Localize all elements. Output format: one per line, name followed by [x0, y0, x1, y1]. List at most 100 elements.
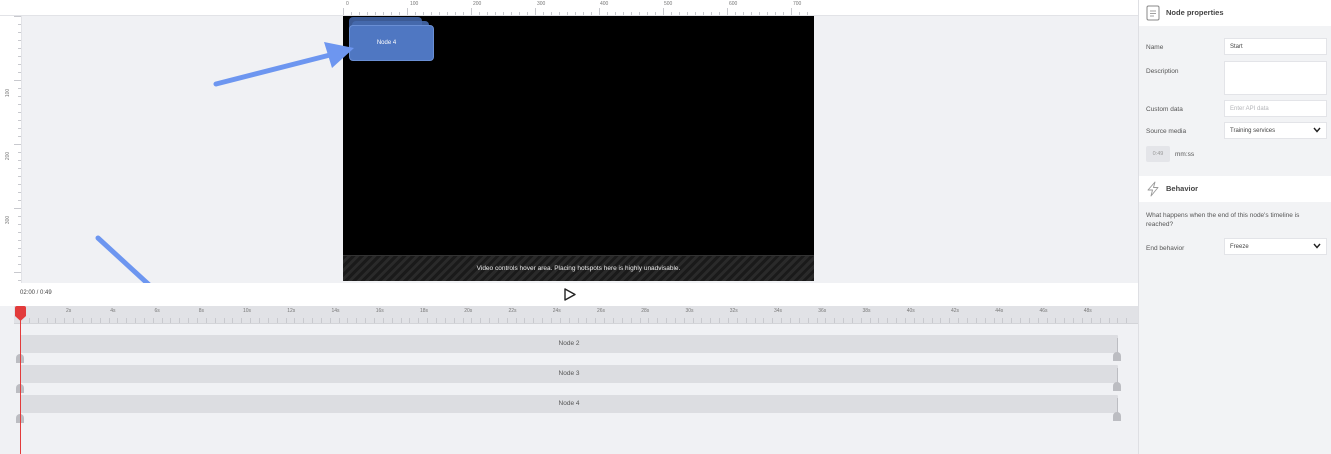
- track-end-handle[interactable]: [1113, 352, 1121, 361]
- ruler-tick: [719, 12, 720, 15]
- behavior-header: Behavior: [1139, 176, 1331, 202]
- time-label: 12s: [287, 308, 296, 314]
- track-node-3[interactable]: Node 3: [20, 365, 1118, 383]
- ruler-tick: [791, 8, 792, 15]
- ruler-tick: [18, 72, 21, 73]
- ruler-tick: [28, 318, 30, 323]
- ruler-tick: [843, 318, 845, 323]
- ruler-tick: [444, 318, 446, 323]
- time-label: 38s: [862, 308, 871, 314]
- ruler-tick: [781, 318, 783, 323]
- ruler-tick: [630, 318, 632, 323]
- track-end-handle[interactable]: [1113, 412, 1121, 421]
- track-node-4[interactable]: Node 4: [20, 395, 1118, 413]
- ruler-tick: [90, 318, 92, 323]
- ruler-tick: [382, 318, 384, 323]
- time-input[interactable]: 0:49: [1146, 146, 1170, 162]
- time-label: 20s: [464, 308, 473, 314]
- time-unit: mm:ss: [1175, 151, 1195, 158]
- ruler-tick: [1046, 318, 1048, 323]
- custom-data-field[interactable]: Enter API data: [1224, 100, 1327, 117]
- time-label: 6s: [154, 308, 160, 314]
- time-ruler[interactable]: 2s 4s 6s 8s 10s 12s 14s 16s 18s 20s 22s 24s 26s 28s 30…: [14, 306, 1138, 324]
- ruler-tick: [905, 318, 906, 323]
- ruler-tick: [851, 318, 853, 323]
- ruler-tick: [294, 318, 296, 323]
- time-label: 28s: [641, 308, 650, 314]
- playhead-handle[interactable]: [15, 306, 26, 321]
- ruler-tick: [453, 318, 455, 323]
- ruler-tick: [583, 12, 584, 15]
- ruler-tick: [683, 318, 685, 323]
- ruler-tick: [1117, 318, 1119, 323]
- ruler-tick: [623, 12, 624, 15]
- ruler-tick: [179, 318, 181, 323]
- track-end-handle[interactable]: [1113, 382, 1121, 391]
- ruler-tick: [14, 80, 21, 81]
- ruler-tick: [1037, 318, 1039, 323]
- ruler-tick: [18, 96, 21, 97]
- track-label: Node 3: [558, 370, 580, 377]
- ruler-tick: [727, 8, 728, 15]
- ruler-tick: [117, 318, 119, 323]
- ruler-tick: [736, 318, 738, 323]
- ruler-tick: [447, 12, 448, 15]
- chevron-down-icon: [1313, 127, 1321, 133]
- hotspot-node-4[interactable]: Node 4: [349, 25, 434, 61]
- ruler-tick: [64, 318, 66, 323]
- description-field[interactable]: [1224, 61, 1327, 95]
- ruler-tick: [489, 318, 491, 323]
- ruler-label: 300: [5, 215, 12, 225]
- ruler-tick: [18, 216, 21, 217]
- ruler-tick: [359, 12, 360, 15]
- ruler-tick: [639, 12, 640, 15]
- ruler-tick: [495, 12, 496, 15]
- ruler-tick: [878, 318, 880, 323]
- ruler-tick: [400, 318, 402, 323]
- timeline: 2s 4s 6s 8s 10s 12s 14s 16s 18s 20s 22s 24s 26s 28s 30…: [0, 306, 1138, 454]
- ruler-tick: [241, 318, 243, 323]
- ruler-tick: [639, 318, 641, 323]
- ruler-label: 700: [793, 1, 802, 7]
- ruler-tick: [503, 12, 504, 15]
- ruler-label: 200: [5, 151, 12, 161]
- ruler-tick: [18, 240, 21, 241]
- ruler-tick: [18, 40, 21, 41]
- ruler-tick: [869, 318, 871, 323]
- ruler-tick: [18, 256, 21, 257]
- behavior-description: What happens when the end of this node's…: [1146, 212, 1300, 228]
- ruler-tick: [567, 12, 568, 15]
- ruler-tick: [728, 318, 729, 323]
- time-readout: 02:00 / 0:49: [20, 290, 52, 296]
- ruler-tick: [931, 318, 933, 323]
- source-media-select[interactable]: Training services: [1224, 122, 1327, 139]
- ruler-tick: [655, 12, 656, 15]
- ruler-tick: [135, 318, 137, 323]
- play-icon[interactable]: [563, 287, 577, 302]
- ruler-tick: [543, 12, 544, 15]
- ruler-tick: [735, 12, 736, 15]
- name-field[interactable]: Start: [1224, 38, 1327, 55]
- video-controls-hover-area: Video controls hover area. Placing hotsp…: [343, 255, 814, 281]
- ruler-label: 500: [664, 1, 673, 7]
- ruler-tick: [535, 8, 536, 15]
- ruler-tick: [18, 64, 21, 65]
- ruler-tick: [161, 318, 163, 323]
- ruler-tick: [367, 12, 368, 15]
- ruler-tick: [37, 318, 39, 323]
- ruler-tick: [232, 318, 234, 323]
- ruler-tick: [347, 318, 349, 323]
- ruler-tick: [551, 318, 552, 323]
- end-behavior-select[interactable]: Freeze: [1224, 238, 1327, 255]
- ruler-tick: [338, 318, 340, 323]
- ruler-tick: [568, 318, 570, 323]
- ruler-tick: [375, 12, 376, 15]
- ruler-tick: [666, 318, 668, 323]
- ruler-tick: [767, 12, 768, 15]
- track-node-2[interactable]: Node 2: [20, 335, 1118, 353]
- ruler-tick: [55, 318, 57, 323]
- ruler-tick: [527, 12, 528, 15]
- ruler-tick: [471, 318, 473, 323]
- ruler-tick: [586, 318, 588, 323]
- ruler-tick: [374, 318, 375, 323]
